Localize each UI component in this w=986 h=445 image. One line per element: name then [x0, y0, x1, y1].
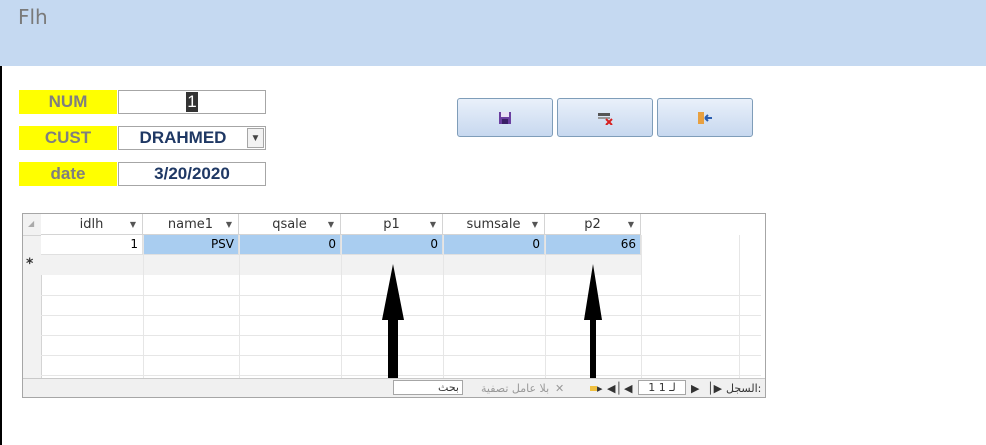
grid-line [545, 235, 546, 378]
table-cell[interactable]: PSV [143, 235, 239, 255]
save-icon [499, 111, 511, 124]
date-value: 3/20/2020 [154, 164, 230, 183]
grid-line [443, 235, 444, 378]
new-record-nav-icon[interactable]: ▸ [590, 380, 603, 396]
new-record-marker: * [26, 256, 34, 272]
table-cell[interactable]: 0 [341, 235, 443, 255]
table-cell[interactable]: 1 [41, 235, 143, 255]
column-header-name1[interactable]: name1 ▼ [143, 214, 239, 235]
num-field[interactable]: 1 [118, 90, 266, 114]
chevron-down-icon[interactable]: ▼ [130, 220, 136, 229]
form-border [0, 66, 2, 445]
search-input[interactable]: بحث [393, 380, 463, 395]
column-header-qsale[interactable]: qsale ▼ [239, 214, 341, 235]
num-label: NUM [19, 90, 117, 114]
cust-value: DRAHMED [139, 128, 227, 147]
save-button[interactable] [457, 98, 553, 137]
annotation-arrow-p1 [382, 264, 404, 378]
grid-line [239, 235, 240, 378]
chevron-down-icon[interactable]: ▼ [247, 128, 264, 148]
form-title: Flh [18, 5, 48, 29]
filter-status[interactable]: بلا عامل تصفية [481, 380, 549, 396]
column-header-idlh[interactable]: idlh ▼ [41, 214, 143, 235]
grid-line [641, 235, 642, 378]
column-header-sumsale[interactable]: sumsale ▼ [443, 214, 545, 235]
delete-record-button[interactable] [557, 98, 653, 137]
grid-line [143, 235, 144, 378]
num-value: 1 [186, 92, 198, 112]
column-header-p1[interactable]: p1 ▼ [341, 214, 443, 235]
record-label: السجل: [726, 381, 762, 395]
annotation-arrow-p2 [584, 264, 602, 378]
first-record-icon[interactable]: │▶ [707, 380, 722, 396]
cust-combo[interactable]: DRAHMED ▼ [118, 126, 266, 150]
table-cell[interactable]: 0 [443, 235, 545, 255]
column-header-p2[interactable]: p2 ▼ [545, 214, 641, 235]
select-all-corner[interactable]: ◢ [23, 214, 41, 236]
chevron-down-icon[interactable]: ▼ [628, 220, 634, 229]
record-selector-column [23, 214, 42, 379]
title-bar: Flh [0, 0, 986, 66]
record-position-input[interactable]: 1 لـ 1 [638, 380, 686, 395]
cust-label: CUST [19, 126, 117, 150]
filter-icon: ✕ [555, 381, 565, 395]
previous-record-icon[interactable]: ▶ [691, 380, 699, 396]
grid-line [739, 235, 740, 378]
chevron-down-icon[interactable]: ▼ [532, 220, 538, 229]
next-record-icon[interactable]: ◀ [624, 380, 632, 396]
table-cell[interactable]: 66 [545, 235, 641, 255]
chevron-down-icon[interactable]: ▼ [430, 220, 436, 229]
exit-button[interactable] [657, 98, 753, 137]
table-cell[interactable]: 0 [239, 235, 341, 255]
date-label: date [19, 162, 117, 186]
last-record-icon[interactable]: ◀│ [607, 380, 622, 396]
delete-record-icon [598, 112, 613, 125]
chevron-down-icon[interactable]: ▼ [328, 220, 334, 229]
grid-line [341, 235, 342, 378]
exit-icon [698, 111, 712, 124]
date-field[interactable]: 3/20/2020 [118, 162, 266, 186]
record-navigation-bar: بحث بلا عامل تصفية ✕ ▸ ◀│ ◀ 1 لـ 1 ▶ │▶ … [23, 378, 765, 397]
chevron-down-icon[interactable]: ▼ [226, 220, 232, 229]
